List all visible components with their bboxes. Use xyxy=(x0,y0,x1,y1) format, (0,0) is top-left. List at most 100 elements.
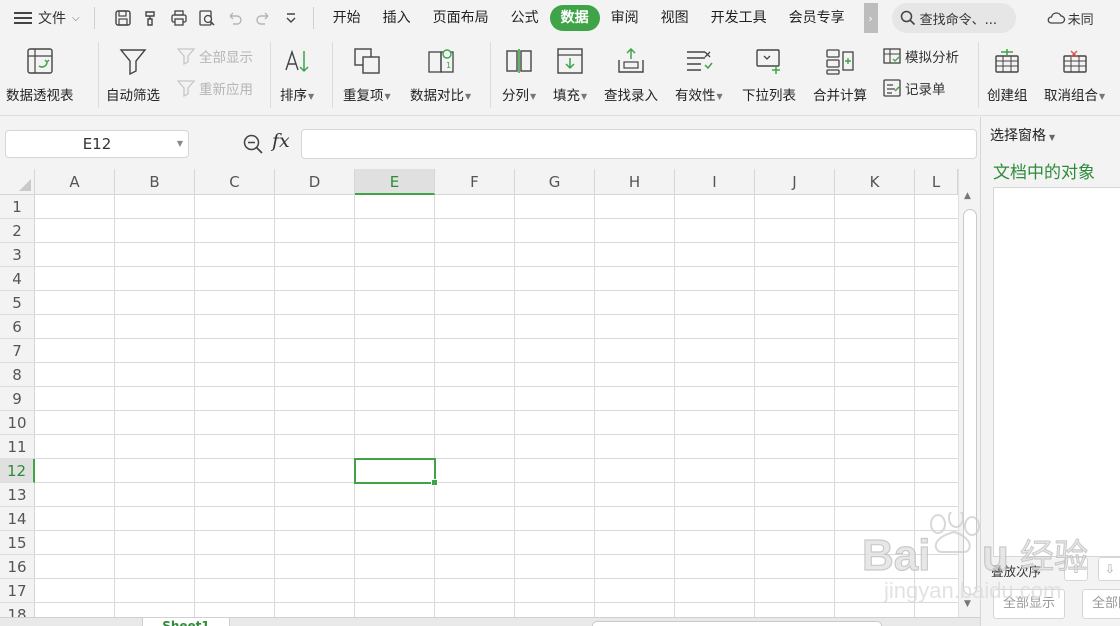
formula-input[interactable] xyxy=(301,129,977,159)
sort-button[interactable]: 排序▼ xyxy=(280,44,314,104)
duplicates-button[interactable]: 重复项▼ xyxy=(343,44,391,104)
tab-page-layout[interactable]: 页面布局 xyxy=(422,5,500,31)
record-form-button[interactable]: 记录单 xyxy=(882,78,946,98)
tabs-scroll-right-button[interactable]: › xyxy=(863,3,878,33)
what-if-analysis-label: 模拟分析 xyxy=(905,50,959,66)
show-all-objects-button[interactable]: 全部显示 xyxy=(993,589,1066,619)
lookup-entry-icon xyxy=(618,47,644,73)
column-header-k[interactable]: K xyxy=(835,169,915,195)
column-header-d[interactable]: D xyxy=(275,169,355,195)
object-list[interactable] xyxy=(993,187,1120,557)
split-columns-icon xyxy=(506,49,532,73)
format-painter-button[interactable] xyxy=(139,6,163,30)
row-header-8[interactable]: 8 xyxy=(0,363,35,387)
row-header-4[interactable]: 4 xyxy=(0,267,35,291)
tab-home[interactable]: 开始 xyxy=(322,5,372,31)
autofilter-label: 自动筛选 xyxy=(106,88,160,104)
pivot-table-button[interactable]: 数据透视表 xyxy=(6,44,74,104)
reapply-button[interactable]: 重新应用 xyxy=(176,78,253,98)
zoom-formula-icon[interactable] xyxy=(242,133,264,155)
row-header-11[interactable]: 11 xyxy=(0,435,35,459)
dropdown-list-button[interactable]: 下拉列表 xyxy=(742,44,796,104)
insert-function-button[interactable]: fx xyxy=(272,130,290,152)
text-to-columns-button[interactable]: 分列▼ xyxy=(502,44,536,104)
column-header-b[interactable]: B xyxy=(115,169,195,195)
sheet-tab-active[interactable]: Sheet1 xyxy=(142,618,230,626)
selection-pane: 选择窗格▼ 文档中的对象 叠放次序 ⇧ ⇩ 全部显示 全部隐藏 xyxy=(980,117,1120,626)
row-header-18[interactable]: 18 xyxy=(0,603,35,617)
what-if-analysis-button[interactable]: 模拟分析 xyxy=(882,46,959,66)
tab-member[interactable]: 会员专享 xyxy=(778,5,864,31)
cloud-icon xyxy=(1047,12,1065,24)
column-header-a[interactable]: A xyxy=(35,169,115,195)
hide-all-objects-button[interactable]: 全部隐藏 xyxy=(1082,589,1120,619)
redo-button[interactable] xyxy=(251,6,275,30)
tab-developer[interactable]: 开发工具 xyxy=(700,5,778,31)
active-cell-e12[interactable] xyxy=(354,458,438,486)
column-header-l[interactable]: L xyxy=(915,169,958,195)
column-header-i[interactable]: I xyxy=(675,169,755,195)
dropdown-arrow-icon: ▼ xyxy=(465,91,472,101)
consolidate-button[interactable]: 合并计算 xyxy=(813,44,867,104)
command-search-box[interactable]: 查找命令、... xyxy=(891,3,1016,33)
row-header-15[interactable]: 15 xyxy=(0,531,35,555)
send-backward-button[interactable]: ⇩ xyxy=(1098,557,1120,581)
column-header-g[interactable]: G xyxy=(515,169,595,195)
column-header-f[interactable]: F xyxy=(435,169,515,195)
row-header-12[interactable]: 12 xyxy=(0,459,35,483)
scrollbar-thumb[interactable] xyxy=(963,209,977,595)
cloud-sync-status[interactable]: 未同 xyxy=(1046,9,1094,28)
save-button[interactable] xyxy=(111,6,135,30)
select-all-button[interactable] xyxy=(0,169,35,195)
row-header-5[interactable]: 5 xyxy=(0,291,35,315)
row-header-9[interactable]: 9 xyxy=(0,387,35,411)
row-header-17[interactable]: 17 xyxy=(0,579,35,603)
ungroup-button[interactable]: 取消组合▼ xyxy=(1044,44,1105,104)
row-header-13[interactable]: 13 xyxy=(0,483,35,507)
autofilter-button[interactable]: 自动筛选 xyxy=(106,44,160,104)
print-preview-button[interactable] xyxy=(195,6,219,30)
row-header-2[interactable]: 2 xyxy=(0,219,35,243)
row-header-16[interactable]: 16 xyxy=(0,555,35,579)
bring-forward-button[interactable]: ⇧ xyxy=(1064,557,1088,581)
tab-view[interactable]: 视图 xyxy=(650,5,700,31)
tab-insert[interactable]: 插入 xyxy=(372,5,422,31)
fill-label: 填充 xyxy=(553,88,580,104)
row-header-3[interactable]: 3 xyxy=(0,243,35,267)
print-button[interactable] xyxy=(167,6,191,30)
row-header-7[interactable]: 7 xyxy=(0,339,35,363)
create-group-label: 创建组 xyxy=(987,88,1028,104)
spreadsheet-grid[interactable]: ABCDEFGHIJKL 1 2 3 4 5 6 7 8 9 10 11 12 13 14 15 16 17 18 xyxy=(0,169,958,617)
fill-button[interactable]: 填充▼ xyxy=(553,44,587,104)
divider xyxy=(490,42,491,108)
selection-pane-menu[interactable]: 选择窗格 ▼ xyxy=(990,125,1055,145)
show-all-button[interactable]: 全部显示 xyxy=(176,46,253,66)
data-compare-button[interactable]: 1 数据对比▼ xyxy=(410,44,471,104)
file-menu-button[interactable]: 文件 ⌵ xyxy=(8,4,86,32)
row-header-1[interactable]: 1 xyxy=(0,195,35,219)
lookup-entry-button[interactable]: 查找录入 xyxy=(604,44,658,104)
dropdown-arrow-icon: ▼ xyxy=(581,91,588,101)
horizontal-scrollbar-thumb[interactable] xyxy=(592,621,882,626)
divider xyxy=(978,42,979,108)
create-group-button[interactable]: 创建组 xyxy=(987,44,1028,104)
tab-review[interactable]: 审阅 xyxy=(600,5,650,31)
row-header-6[interactable]: 6 xyxy=(0,315,35,339)
undo-button[interactable] xyxy=(223,6,247,30)
scroll-down-icon[interactable]: ▼ xyxy=(964,599,971,609)
validation-button[interactable]: 有效性▼ xyxy=(675,44,723,104)
row-header-14[interactable]: 14 xyxy=(0,507,35,531)
scroll-up-icon[interactable]: ▲ xyxy=(964,191,971,201)
row-header-10[interactable]: 10 xyxy=(0,411,35,435)
vertical-scrollbar[interactable]: ▲ ▼ xyxy=(958,169,980,617)
column-header-h[interactable]: H xyxy=(595,169,675,195)
column-header-c[interactable]: C xyxy=(195,169,275,195)
tab-formulas[interactable]: 公式 xyxy=(500,5,550,31)
column-header-j[interactable]: J xyxy=(755,169,835,195)
cell-area[interactable] xyxy=(35,195,958,617)
column-header-e[interactable]: E xyxy=(355,169,435,195)
customize-toolbar-button[interactable] xyxy=(279,6,303,30)
name-box[interactable]: E12 ▼ xyxy=(5,130,189,158)
tab-data[interactable]: 数据 xyxy=(549,5,600,31)
data-compare-icon: 1 xyxy=(427,49,454,73)
